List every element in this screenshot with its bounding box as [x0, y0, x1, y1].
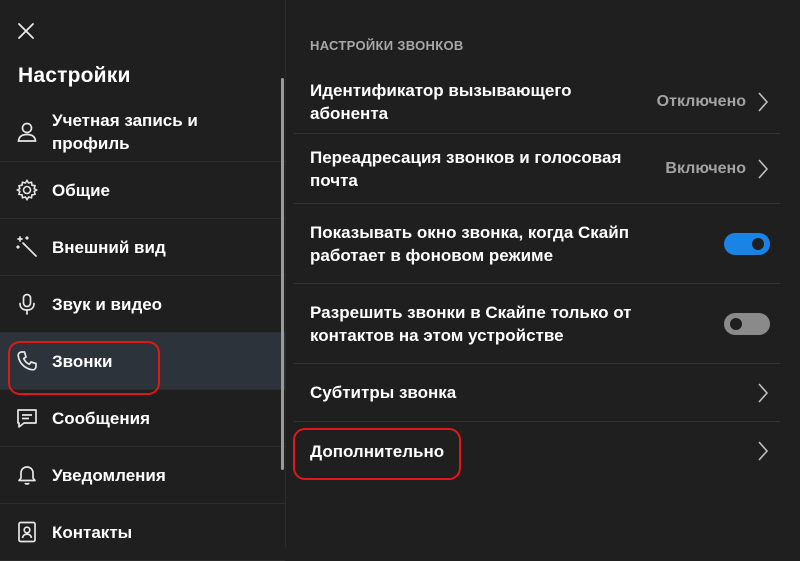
gear-icon	[14, 177, 40, 203]
calls-settings-panel: НАСТРОЙКИ ЗВОНКОВ Идентификатор вызывающ…	[294, 0, 780, 548]
microphone-icon	[14, 291, 40, 317]
allow-calls-contacts-row: Разрешить звонки в Скайпе только от конт…	[294, 284, 780, 364]
message-icon	[14, 405, 40, 431]
row-label: Разрешить звонки в Скайпе только от конт…	[310, 302, 632, 345]
show-call-window-toggle[interactable]	[724, 232, 770, 255]
sidebar-scrollbar[interactable]	[281, 78, 284, 470]
row-label: Показывать окно звонка, когда Скайп рабо…	[310, 222, 629, 265]
chevron-right-icon	[756, 439, 770, 463]
caller-id-row[interactable]: Идентификатор вызывающего абонента Отклю…	[294, 70, 780, 134]
sidebar-item-label: Сообщения	[52, 408, 150, 428]
chevron-right-icon	[756, 381, 770, 405]
sidebar-item-audio-video[interactable]: Звук и видео	[0, 276, 285, 333]
row-label: Идентификатор вызывающего абонента	[310, 80, 572, 123]
sidebar-item-calls[interactable]: Звонки	[0, 333, 285, 390]
person-icon	[14, 119, 40, 145]
sidebar-item-messages[interactable]: Сообщения	[0, 390, 285, 447]
row-label: Субтитры звонка	[310, 383, 457, 402]
sidebar-title: Настройки	[18, 64, 131, 87]
sidebar-item-label: Общие	[52, 180, 110, 200]
call-forwarding-row[interactable]: Переадресация звонков и голосовая почта …	[294, 134, 780, 204]
close-icon[interactable]	[14, 19, 38, 43]
chevron-right-icon	[756, 90, 770, 114]
magic-wand-icon	[14, 234, 40, 260]
sidebar-item-appearance[interactable]: Внешний вид	[0, 219, 285, 276]
sidebar-item-notifications[interactable]: Уведомления	[0, 447, 285, 504]
sidebar-item-label: Учетная запись и профиль	[52, 111, 198, 153]
row-status: Включено	[665, 159, 746, 177]
show-call-window-row: Показывать окно звонка, когда Скайп рабо…	[294, 204, 780, 284]
phone-icon	[14, 348, 40, 374]
section-title: НАСТРОЙКИ ЗВОНКОВ	[310, 38, 464, 53]
sidebar-item-label: Контакты	[52, 522, 133, 542]
sidebar-nav: Учетная запись и профиль Общие Внешний в…	[0, 103, 285, 561]
row-label: Переадресация звонков и голосовая почта	[310, 147, 622, 190]
sidebar-item-general[interactable]: Общие	[0, 162, 285, 219]
row-status: Отключено	[656, 92, 746, 110]
toggle-knob	[730, 317, 742, 330]
bell-icon	[14, 462, 40, 488]
sidebar-item-contacts[interactable]: Контакты	[0, 504, 285, 561]
settings-sidebar: Настройки Учетная запись и профиль Общие…	[0, 0, 286, 561]
call-subtitles-row[interactable]: Субтитры звонка	[294, 364, 780, 422]
sidebar-item-label: Уведомления	[52, 465, 166, 485]
contacts-icon	[14, 519, 40, 545]
sidebar-item-account[interactable]: Учетная запись и профиль	[0, 103, 285, 162]
row-label: Дополнительно	[310, 441, 445, 461]
chevron-right-icon	[756, 157, 770, 181]
advanced-row[interactable]: Дополнительно	[294, 422, 780, 480]
allow-calls-contacts-toggle[interactable]	[724, 312, 770, 335]
sidebar-item-label: Звонки	[52, 351, 113, 371]
toggle-knob	[752, 237, 764, 250]
sidebar-item-label: Звук и видео	[52, 294, 163, 314]
sidebar-item-label: Внешний вид	[52, 237, 166, 257]
